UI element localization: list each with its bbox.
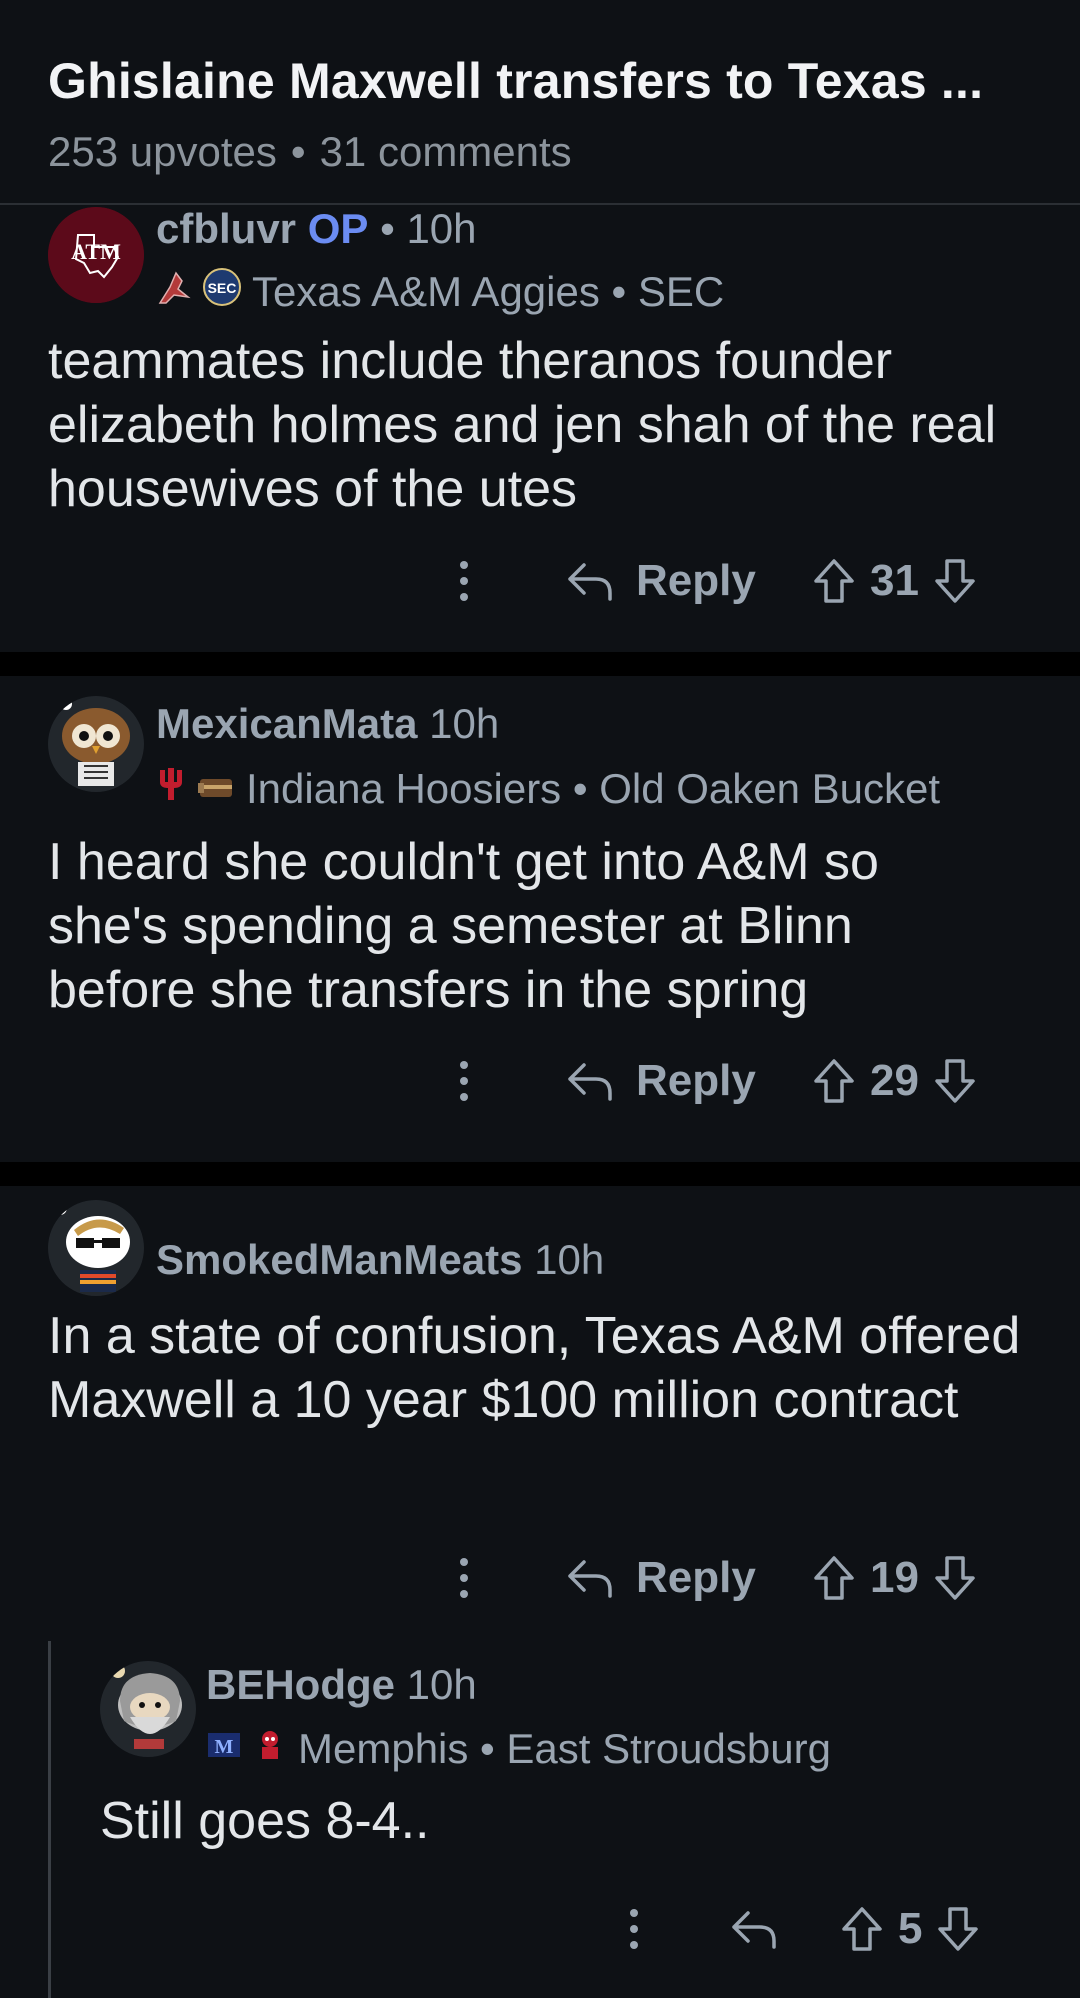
reply-behodge: BEHodge 10h M Memphis • East Stroudsburg… bbox=[0, 1641, 1080, 1998]
comment-time: 10h bbox=[534, 1236, 605, 1283]
comment-body: I heard she couldn't get into A&M so she… bbox=[48, 833, 879, 1019]
vote-controls: 19 bbox=[812, 1538, 977, 1618]
comment-smokedmanmeats: SmokedManMeats 10h In a state of confusi… bbox=[0, 1186, 1080, 1998]
upvote-arrow-icon[interactable] bbox=[812, 1554, 856, 1602]
flair-text: Memphis • East Stroudsburg bbox=[298, 1725, 831, 1772]
more-options-button[interactable] bbox=[456, 1041, 472, 1121]
more-options-button[interactable] bbox=[456, 1538, 472, 1618]
user-line: BEHodge 10h bbox=[206, 1661, 477, 1709]
downvote-arrow-icon[interactable] bbox=[933, 1554, 977, 1602]
svg-text:SEC: SEC bbox=[208, 280, 237, 296]
screen: Ghislaine Maxwell transfers to Texas ...… bbox=[0, 0, 1080, 1998]
flair-text: Texas A&M Aggies • SEC bbox=[252, 268, 725, 315]
upvote-count: 253 upvotes bbox=[48, 128, 277, 175]
more-options-button[interactable] bbox=[456, 541, 472, 621]
downvote-arrow-icon[interactable] bbox=[936, 1905, 980, 1953]
user-line: SmokedManMeats 10h bbox=[156, 1236, 604, 1284]
time-separator: • bbox=[380, 205, 395, 252]
flair-text: Indiana Hoosiers • Old Oaken Bucket bbox=[246, 765, 941, 812]
comment-separator bbox=[0, 652, 1080, 676]
avatar[interactable] bbox=[100, 1661, 196, 1757]
downvote-arrow-icon[interactable] bbox=[933, 1057, 977, 1105]
username[interactable]: SmokedManMeats bbox=[156, 1236, 522, 1283]
user-flair: M Memphis • East Stroudsburg bbox=[206, 1725, 831, 1773]
memphis-tiger-icon: M bbox=[206, 1725, 242, 1773]
comment-cfbluvr: ATM cfbluvr OP • 10h SEC Texas A&M Aggie… bbox=[0, 205, 1080, 652]
reply-label: Reply bbox=[636, 1056, 756, 1105]
more-vertical-icon bbox=[460, 1061, 468, 1101]
reply-button[interactable]: Reply bbox=[566, 541, 756, 621]
comment-body: Still goes 8-4.. bbox=[100, 1792, 430, 1850]
avatar[interactable] bbox=[48, 1200, 144, 1296]
avatar[interactable] bbox=[48, 696, 144, 792]
texas-am-logo-icon: ATM bbox=[48, 207, 144, 303]
upvote-arrow-icon[interactable] bbox=[812, 557, 856, 605]
comment-body: teammates include theranos founder eliza… bbox=[48, 332, 997, 518]
aggie-bird-icon bbox=[156, 267, 192, 317]
post-header: Ghislaine Maxwell transfers to Texas ...… bbox=[0, 0, 1080, 205]
username[interactable]: MexicanMata bbox=[156, 700, 417, 747]
reply-label: Reply bbox=[636, 556, 756, 605]
post-meta: 253 upvotes • 31 comments bbox=[48, 128, 1032, 176]
svg-text:ATM: ATM bbox=[71, 239, 121, 264]
vote-score: 29 bbox=[870, 1056, 919, 1105]
reply-arrow-icon bbox=[732, 1911, 776, 1949]
user-line: cfbluvr OP • 10h bbox=[156, 205, 477, 253]
downvote-arrow-icon[interactable] bbox=[933, 557, 977, 605]
username[interactable]: cfbluvr bbox=[156, 205, 296, 252]
vote-score: 5 bbox=[898, 1904, 923, 1953]
east-stroudsburg-icon bbox=[252, 1725, 288, 1773]
reply-button[interactable]: Reply bbox=[566, 1538, 756, 1618]
comment-time: 10h bbox=[429, 700, 500, 747]
reply-label: Reply bbox=[636, 1553, 756, 1602]
comment-separator bbox=[0, 1162, 1080, 1186]
reply-button[interactable] bbox=[730, 1889, 778, 1969]
snoo-sunglasses-avatar-icon bbox=[48, 1200, 144, 1296]
comment-body: In a state of confusion, Texas A&M offer… bbox=[48, 1307, 1021, 1429]
vote-controls: 5 bbox=[840, 1889, 980, 1969]
upvote-arrow-icon[interactable] bbox=[840, 1905, 884, 1953]
snoo-wizard-avatar-icon bbox=[100, 1661, 196, 1757]
op-badge: OP bbox=[307, 205, 369, 252]
more-vertical-icon bbox=[460, 1558, 468, 1598]
more-vertical-icon bbox=[460, 561, 468, 601]
post-title[interactable]: Ghislaine Maxwell transfers to Texas ... bbox=[48, 52, 1032, 110]
meta-separator: • bbox=[290, 128, 306, 175]
vote-score: 19 bbox=[870, 1553, 919, 1602]
username[interactable]: BEHodge bbox=[206, 1661, 395, 1708]
sec-logo-icon: SEC bbox=[202, 267, 242, 317]
reply-button[interactable]: Reply bbox=[566, 1041, 756, 1121]
comment-count: 31 comments bbox=[319, 128, 572, 175]
reply-arrow-icon bbox=[568, 1063, 612, 1101]
snoo-owl-avatar-icon bbox=[48, 696, 144, 792]
comment-time: 10h bbox=[406, 1661, 477, 1708]
vote-controls: 29 bbox=[812, 1041, 977, 1121]
user-flair: Indiana Hoosiers • Old Oaken Bucket bbox=[156, 764, 940, 814]
user-line: MexicanMata 10h bbox=[156, 700, 499, 748]
user-flair: SEC Texas A&M Aggies • SEC bbox=[156, 267, 724, 317]
upvote-arrow-icon[interactable] bbox=[812, 1057, 856, 1105]
more-options-button[interactable] bbox=[626, 1889, 642, 1969]
avatar[interactable]: ATM bbox=[48, 207, 144, 303]
more-vertical-icon bbox=[630, 1909, 638, 1949]
reply-arrow-icon bbox=[568, 1560, 612, 1598]
vote-score: 31 bbox=[870, 556, 919, 605]
comment-time: 10h bbox=[406, 205, 477, 252]
vote-controls: 31 bbox=[812, 541, 977, 621]
svg-text:M: M bbox=[215, 1736, 234, 1758]
reply-arrow-icon bbox=[568, 563, 612, 601]
indiana-trident-icon bbox=[156, 764, 186, 814]
oaken-bucket-icon bbox=[196, 765, 236, 813]
comment-mexicanmata: MexicanMata 10h Indiana Hoosiers • Old O… bbox=[0, 676, 1080, 1162]
